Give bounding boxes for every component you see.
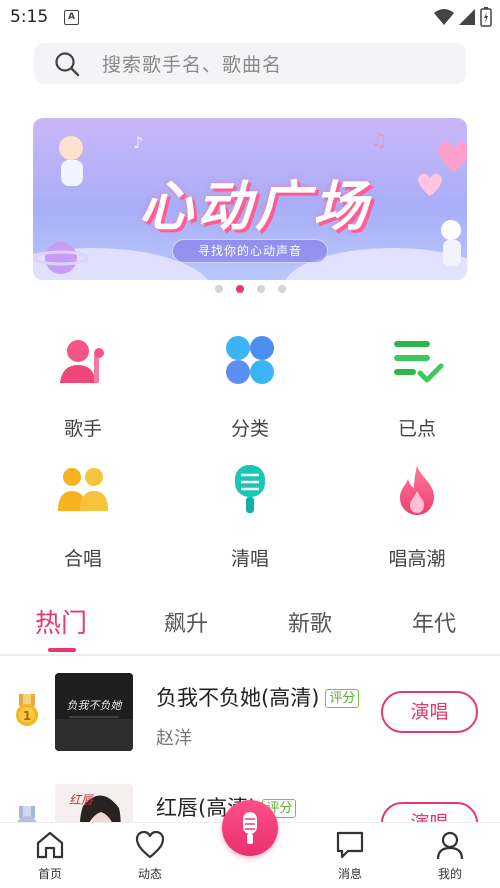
category-label: 合唱 — [63, 548, 102, 570]
signal-icon — [459, 9, 475, 25]
requested-list-icon — [394, 341, 444, 383]
tab-era[interactable]: 年代 — [412, 606, 456, 638]
nav-profile[interactable]: 我的 — [420, 829, 480, 882]
category-label: 分类 — [230, 418, 269, 440]
rank-medal-icon: 1 — [16, 694, 38, 726]
sing-center-button[interactable] — [222, 800, 278, 856]
search-bar[interactable]: 搜索歌手名、歌曲名 — [34, 43, 466, 84]
banner-title: 心动广场 — [139, 175, 371, 238]
pagination-dot-active — [235, 285, 244, 293]
category-chorus[interactable]: 合唱 — [23, 463, 143, 571]
svg-text:♪: ♪ — [133, 133, 143, 152]
microphone-icon — [243, 812, 257, 844]
song-cover: 负我不负她 — [55, 673, 133, 751]
home-icon — [36, 831, 64, 859]
pagination-dot — [214, 285, 223, 293]
category-label: 清唱 — [230, 548, 269, 570]
search-input[interactable]: 搜索歌手名、歌曲名 — [102, 50, 282, 77]
notification-icon: A — [64, 10, 79, 25]
nav-label: 我的 — [437, 867, 462, 881]
song-tabs: 热门 飙升 新歌 年代 — [0, 606, 500, 652]
microphone-icon — [235, 465, 265, 513]
nav-label: 首页 — [37, 867, 62, 881]
category-icon — [226, 336, 274, 384]
category-label: 歌手 — [63, 418, 102, 440]
pagination-dot — [277, 285, 286, 293]
banner[interactable]: ♪ ♫ 心动广场 寻找你的心动声音 — [33, 118, 467, 280]
category-requested[interactable]: 已点 — [357, 333, 477, 441]
battery-icon — [480, 7, 492, 27]
wifi-icon — [434, 9, 454, 25]
rank-number: 1 — [23, 709, 31, 723]
nav-moments[interactable]: 动态 — [120, 829, 180, 882]
tab-indicator — [48, 648, 76, 652]
tabs-divider — [0, 654, 500, 656]
pagination-dot — [256, 285, 265, 293]
tab-new[interactable]: 新歌 — [288, 606, 332, 638]
svg-text:♫: ♫ — [371, 130, 387, 151]
search-icon — [55, 51, 80, 76]
tab-rising[interactable]: 飙升 — [164, 606, 208, 638]
status-bar: 5:15 A — [0, 0, 500, 34]
singer-icon — [60, 340, 104, 383]
category-climax[interactable]: 唱高潮 — [357, 463, 477, 571]
sing-button[interactable]: 演唱 — [381, 691, 478, 733]
category-acapella[interactable]: 清唱 — [190, 463, 310, 571]
status-time: 5:15 — [10, 7, 49, 27]
nav-messages[interactable]: 消息 — [320, 829, 380, 882]
category-singer[interactable]: 歌手 — [23, 333, 143, 441]
heart-icon — [135, 830, 165, 859]
nav-label: 动态 — [137, 867, 162, 881]
category-label: 已点 — [397, 418, 436, 440]
banner-subtitle: 寻找你的心动声音 — [172, 239, 328, 263]
cover-text: 红唇 — [69, 793, 95, 807]
nav-home[interactable]: 首页 — [20, 829, 80, 882]
status-icons — [434, 7, 492, 27]
profile-icon — [436, 831, 464, 860]
score-badge: 评分 — [325, 689, 360, 708]
song-title-text: 负我不负她(高清) — [156, 686, 320, 710]
flame-icon — [400, 465, 434, 515]
category-classify[interactable]: 分类 — [190, 333, 310, 441]
song-row[interactable]: 1 负我不负她 负我不负她(高清) 评分 赵洋 演唱 — [0, 672, 500, 762]
song-title: 负我不负她(高清) 评分 — [156, 682, 360, 712]
tab-hot[interactable]: 热门 — [35, 603, 87, 640]
category-label: 唱高潮 — [388, 548, 446, 570]
song-artist: 赵洋 — [156, 728, 192, 749]
nav-label: 消息 — [337, 867, 362, 881]
chorus-icon — [58, 468, 108, 511]
cover-text: 负我不负她 — [67, 699, 123, 712]
message-icon — [336, 831, 364, 859]
banner-pagination — [0, 285, 500, 293]
